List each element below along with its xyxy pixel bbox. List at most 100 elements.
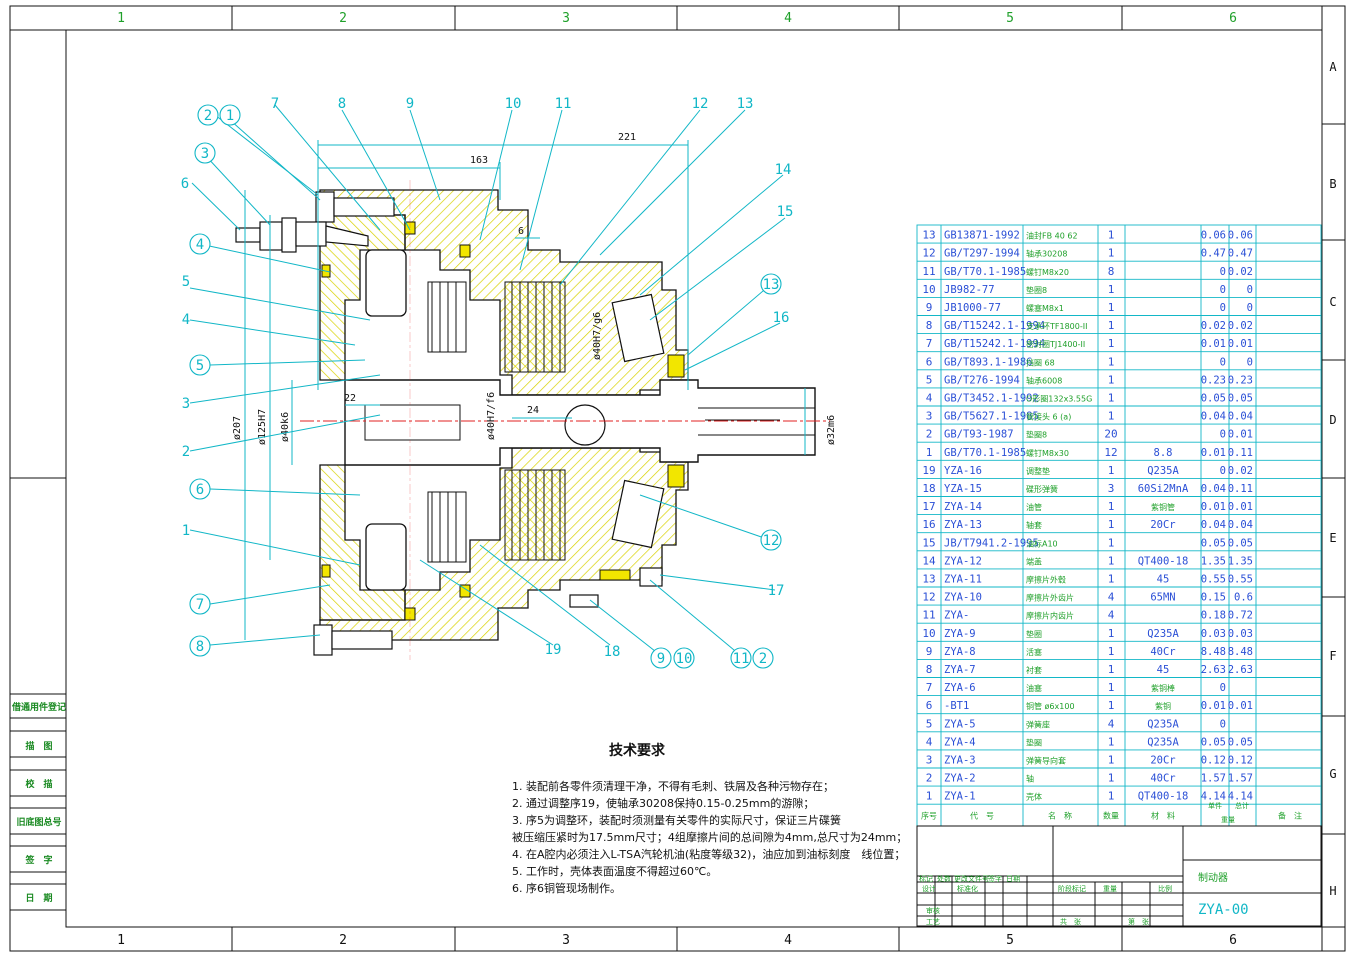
balloon-13: 13: [763, 277, 780, 293]
side-check-label: 校 描: [25, 780, 53, 790]
bom-cell-code: GB/T70.1-1985: [944, 266, 1026, 278]
bom-cell-qty: 1: [1108, 464, 1115, 477]
bom-cell-qty: 8: [1108, 265, 1115, 278]
bom-cell-unit: 0.03: [1201, 628, 1226, 640]
bom-cell-unit: 0.05: [1201, 736, 1226, 748]
note-line: 2. 通过调整序19，使轴承30208保持0.15-0.25mm的游隙；: [512, 797, 815, 810]
dim-207: ø207: [232, 416, 243, 440]
bom-cell-no: 8: [926, 663, 933, 676]
bom-cell-name: 碟形弹簧: [1026, 484, 1058, 494]
title-block-texts: 标记 处数 更改文件号 签字 日期 设计 标准化 阶段标记 重量 比例 审核 工…: [919, 871, 1228, 926]
side-register: [10, 693, 66, 911]
bom-cell-code: GB/T3452.1-1992: [944, 393, 1039, 405]
bom-cell-no: 6: [926, 699, 933, 712]
bom-cell-code: -BT1: [944, 700, 969, 712]
col-1: 1: [117, 933, 125, 948]
bom-cell-name: 摩擦片外毂: [1026, 575, 1066, 585]
dim-221: 221: [618, 132, 636, 143]
balloon-9: 9: [657, 651, 665, 667]
label-17: 17: [768, 583, 785, 599]
bom-cell-qty: 3: [1108, 482, 1115, 495]
bom-cell-no: 13: [922, 573, 935, 586]
tb-sheets: 共 张: [1060, 917, 1081, 926]
bom-cell-total: 0.11: [1228, 447, 1253, 459]
bom-cell-unit: 0.55: [1201, 574, 1226, 586]
tb-change: 更改文件号: [954, 874, 989, 883]
bom-cell-mat: 40Cr: [1150, 773, 1175, 785]
bom-cell-unit: 0.04: [1201, 519, 1226, 531]
bom-cell-name: 螺钉M8x30: [1026, 448, 1069, 458]
bom-cell-no: 4: [926, 392, 933, 405]
bom-cell-code: ZYA-3: [944, 755, 976, 767]
bom-cell-no: 5: [926, 717, 933, 730]
col-2: 2: [339, 933, 347, 948]
bom-cell-unit: 0.01: [1201, 501, 1226, 513]
col-4: 4: [784, 933, 792, 948]
bom-cell-no: 12: [922, 247, 935, 260]
dim-40h7: ø40H7/g6: [592, 312, 603, 360]
label-1: 1: [182, 523, 190, 539]
bom-cell-total: 0.6: [1234, 592, 1253, 604]
label-5: 5: [182, 274, 190, 290]
bom-cell-no: 13: [922, 229, 935, 242]
bom-cell-total: 0.01: [1228, 429, 1253, 441]
row-D: D: [1329, 413, 1336, 427]
bom-cell-unit: 0.01: [1201, 338, 1226, 350]
balloon-4: 4: [196, 237, 204, 253]
bom-cell-unit: 0.04: [1201, 483, 1226, 495]
bom-cell-code: YZA-16: [944, 465, 982, 477]
side-reg-label: 借通用件登记: [12, 703, 67, 713]
bom-cell-name: 垫圈8: [1026, 285, 1047, 295]
bom-cell-mat: 60Si2MnA: [1138, 483, 1189, 495]
bom-cell-qty: 1: [1108, 392, 1115, 405]
bom-cell-unit: 0.01: [1201, 700, 1226, 712]
note-line: 6. 序6铜管现场制作。: [512, 882, 621, 895]
row-H: H: [1329, 884, 1336, 898]
bom-cell-mat: 紫铜: [1155, 701, 1171, 711]
row-G: G: [1329, 767, 1336, 781]
bom-cell-mat: 20Cr: [1150, 519, 1175, 531]
bom-cell-total: 0.01: [1228, 338, 1253, 350]
bom-cell-code: ZYA-8: [944, 646, 976, 658]
drawing-number: ZYA-00: [1198, 902, 1249, 918]
friction-discs-upper: [504, 281, 566, 373]
bom-cell-total: 0: [1247, 284, 1253, 296]
bom-cell-name: 调整垫: [1026, 466, 1050, 476]
tb-weight: 重量: [1103, 885, 1117, 893]
bom-cell-unit: 0.06: [1201, 230, 1226, 242]
bom-cell-name: 管接头 6 (a): [1026, 412, 1071, 422]
bom-cell-code: GB/T893.1-1986: [944, 356, 1033, 368]
bom-cell-name: 支承环TF1800-II: [1026, 321, 1087, 331]
brake-section-view: [235, 180, 830, 660]
dim-125: ø125H7: [257, 409, 268, 445]
bom-cell-mat: 紫铜管: [1151, 502, 1175, 512]
row-E: E: [1329, 531, 1336, 545]
bom-cell-unit: 1.57: [1201, 773, 1226, 785]
label-4: 4: [182, 312, 190, 328]
bom-cell-code: GB/T276-1994: [944, 374, 1020, 386]
bom-cell-no: 18: [922, 482, 935, 495]
bom-cell-code: ZYA-10: [944, 592, 982, 604]
bom-cell-mat: 45: [1157, 664, 1170, 676]
bom-cell-mat: 20Cr: [1150, 755, 1175, 767]
bom-cell-name: 端盖: [1026, 556, 1042, 566]
bom-cell-qty: 1: [1108, 645, 1115, 658]
technical-requirements: 技术要求 1. 装配前各零件须清理干净，不得有毛刺、铁屑及各种污物存在； 2. …: [512, 740, 907, 897]
bom-cell-code: GB/T93-1987: [944, 429, 1014, 441]
bom-cell-name: 密封圈TJ1400-II: [1026, 339, 1085, 349]
bom-cell-no: 11: [922, 609, 935, 622]
bom-cell-name: 螺塞M8x1: [1026, 303, 1064, 313]
bom-cell-total: 0.06: [1228, 230, 1253, 242]
bom-cell-no: 10: [922, 627, 935, 640]
label-2: 2: [182, 444, 190, 460]
bom-cell-name: 轴: [1026, 774, 1034, 784]
bom-cell-no: 16: [922, 518, 935, 531]
bom-cell-qty: 1: [1108, 627, 1115, 640]
bom-cell-total: 0.55: [1228, 574, 1253, 586]
bom-cell-code: GB/T297-1994: [944, 248, 1020, 260]
dim-22: 22: [344, 393, 356, 404]
bom-cell-unit: 0: [1220, 302, 1226, 314]
label-14: 14: [775, 162, 792, 178]
label-13: 13: [737, 96, 754, 112]
col-1: 1: [117, 11, 125, 26]
